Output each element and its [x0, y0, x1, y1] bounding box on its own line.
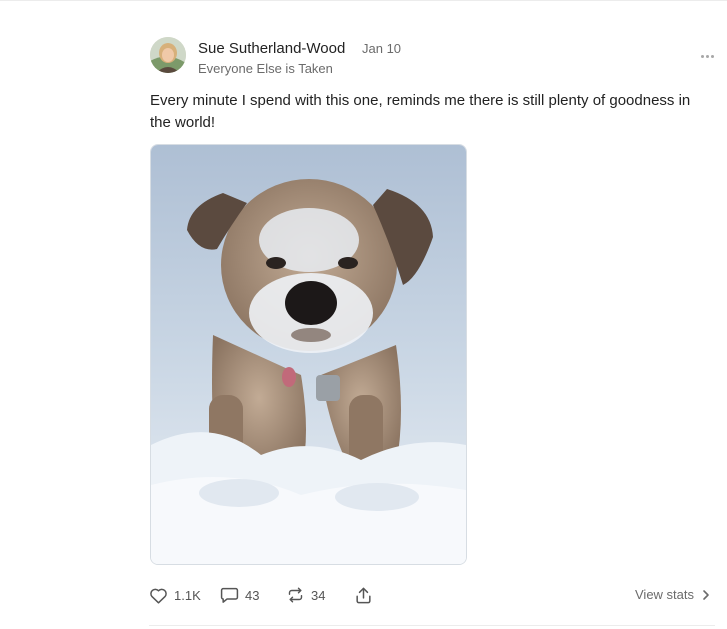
like-button[interactable]: 1.1K: [149, 584, 201, 606]
restack-icon: [288, 587, 303, 603]
restack-button[interactable]: 34: [286, 584, 325, 606]
post-image[interactable]: [150, 144, 467, 565]
share-button[interactable]: [354, 584, 379, 606]
comment-icon: [220, 587, 239, 603]
view-stats-link[interactable]: View stats: [635, 587, 710, 602]
author-name[interactable]: Sue Sutherland-Wood: [198, 40, 345, 57]
like-count: 1.1K: [174, 587, 201, 603]
bottom-divider: [149, 625, 715, 626]
view-stats-label: View stats: [635, 587, 695, 602]
note-post: Sue Sutherland-Wood Jan 10 Everyone Else…: [0, 0, 727, 629]
avatar[interactable]: [150, 37, 186, 73]
more-icon[interactable]: [696, 48, 718, 64]
restack-count: 34: [311, 587, 326, 603]
heart-icon: [150, 588, 167, 604]
comment-button[interactable]: 43: [220, 584, 259, 606]
post-date[interactable]: Jan 10: [362, 41, 401, 56]
share-icon: [356, 587, 371, 603]
comment-count: 43: [245, 587, 260, 603]
post-body: Every minute I spend with this one, remi…: [150, 92, 691, 131]
publication-name[interactable]: Everyone Else is Taken: [198, 61, 333, 76]
chevron-right-icon: [703, 589, 709, 600]
